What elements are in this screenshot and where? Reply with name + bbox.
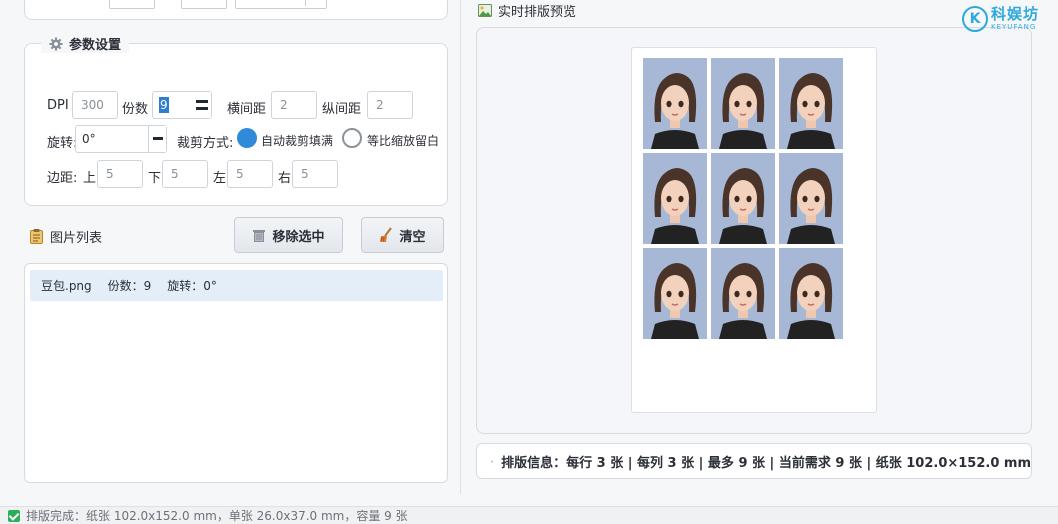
top-combo[interactable] — [235, 0, 327, 9]
photo-thumbnail — [643, 153, 707, 244]
copies-spinbox[interactable]: 9 — [152, 91, 212, 119]
checkmark-icon — [8, 509, 20, 522]
layout-info-bar: 排版信息：每行 3 张 | 每列 3 张 | 最多 9 张 | 当前需求 9 张… — [476, 443, 1032, 479]
top-field-1[interactable] — [109, 0, 155, 9]
photo-thumbnail — [779, 248, 843, 339]
list-item-name: 豆包.png — [41, 279, 92, 293]
vgap-input[interactable]: 2 — [367, 91, 413, 119]
logo-cn: 科娱坊 — [991, 5, 1040, 23]
image-list-label: 图片列表 — [50, 231, 103, 246]
crop-auto-label[interactable]: 自动裁剪填满 — [261, 132, 333, 149]
logo-en: KEYUFANG — [991, 23, 1037, 31]
crop-label: 裁剪方式: — [177, 136, 234, 151]
bar-chart-icon — [491, 459, 494, 463]
rotation-label: 旋转: — [47, 136, 78, 151]
param-settings-label: 参数设置 — [69, 38, 122, 53]
copies-value: 9 — [159, 97, 169, 113]
param-settings-title: 参数设置 — [41, 34, 130, 53]
photo-thumbnail — [643, 58, 707, 149]
crop-scale-radio[interactable] — [342, 128, 362, 148]
margin-bottom-label: 下 — [148, 171, 162, 186]
rotation-value: 0° — [82, 132, 96, 146]
margin-right-input[interactable]: 5 — [292, 160, 338, 188]
hgap-input[interactable]: 2 — [271, 91, 317, 119]
clipboard-icon — [30, 229, 43, 244]
photo-thumbnail — [711, 58, 775, 149]
paper-sheet — [631, 47, 877, 413]
photo-thumbnail — [779, 58, 843, 149]
preview-title: 实时排版预览 — [478, 1, 576, 20]
stepper-up[interactable] — [196, 100, 208, 103]
file-settings-group — [24, 0, 448, 20]
rotation-stepper[interactable] — [148, 126, 166, 152]
dpi-input[interactable]: 300 — [72, 91, 118, 119]
preview-panel — [476, 27, 1032, 434]
crop-scale-label[interactable]: 等比缩放留白 — [367, 132, 439, 149]
copies-stepper[interactable] — [193, 92, 211, 118]
margin-left-input[interactable]: 5 — [227, 160, 273, 188]
photo-thumbnail — [711, 248, 775, 339]
status-text: 排版完成：纸张 102.0x152.0 mm，单张 26.0x37.0 mm，容… — [26, 509, 408, 523]
broom-icon — [380, 227, 393, 242]
clear-label: 清空 — [399, 229, 426, 245]
clear-button[interactable]: 清空 — [361, 217, 444, 253]
list-item-copies: 份数：9 — [107, 279, 152, 293]
rotation-spinbox[interactable]: 0° — [75, 125, 167, 153]
panel-divider — [460, 0, 461, 494]
layout-info-text: 排版信息：每行 3 张 | 每列 3 张 | 最多 9 张 | 当前需求 9 张… — [501, 455, 1031, 471]
brand-logo: K 科娱坊 KEYUFANG — [962, 6, 1039, 32]
param-settings-group: 参数设置 DPI 300 份数 9 横间距 2 纵间距 2 旋转: 0° 裁剪方… — [24, 34, 448, 206]
remove-selected-label: 移除选中 — [272, 229, 325, 245]
gear-icon — [49, 36, 63, 51]
photo-thumbnail — [711, 153, 775, 244]
preview-label: 实时排版预览 — [498, 5, 577, 20]
image-list-title: 图片列表 — [30, 227, 102, 246]
photo-thumbnail — [643, 248, 707, 339]
list-item[interactable]: 豆包.png 份数：9 旋转：0° — [30, 270, 443, 301]
combo-divider — [305, 0, 306, 6]
stepper-down[interactable] — [196, 107, 208, 110]
photo-thumbnail — [779, 153, 843, 244]
status-bar: 排版完成：纸张 102.0x152.0 mm，单张 26.0x37.0 mm，容… — [0, 506, 1058, 524]
trash-icon — [253, 230, 266, 242]
logo-mark: K — [962, 6, 988, 32]
dpi-label: DPI — [47, 98, 69, 113]
margin-top-input[interactable]: 5 — [97, 160, 143, 188]
margin-top-label: 上 — [83, 171, 97, 186]
hgap-label: 横间距 — [227, 102, 267, 117]
stepper-bar — [153, 137, 163, 140]
logo-text: 科娱坊 KEYUFANG — [991, 7, 1039, 31]
remove-selected-button[interactable]: 移除选中 — [234, 217, 343, 253]
app-window: 参数设置 DPI 300 份数 9 横间距 2 纵间距 2 旋转: 0° 裁剪方… — [0, 0, 1058, 506]
copies-label: 份数 — [122, 102, 149, 117]
crop-auto-radio[interactable] — [237, 128, 257, 148]
top-field-2[interactable] — [181, 0, 227, 9]
margin-label: 边距: — [47, 171, 78, 186]
image-icon — [478, 4, 492, 17]
vgap-label: 纵间距 — [322, 102, 362, 117]
image-list[interactable]: 豆包.png 份数：9 旋转：0° — [24, 263, 448, 483]
margin-bottom-input[interactable]: 5 — [162, 160, 208, 188]
margin-right-label: 右 — [278, 171, 292, 186]
list-item-rotation: 旋转：0° — [167, 279, 217, 293]
margin-left-label: 左 — [213, 171, 227, 186]
